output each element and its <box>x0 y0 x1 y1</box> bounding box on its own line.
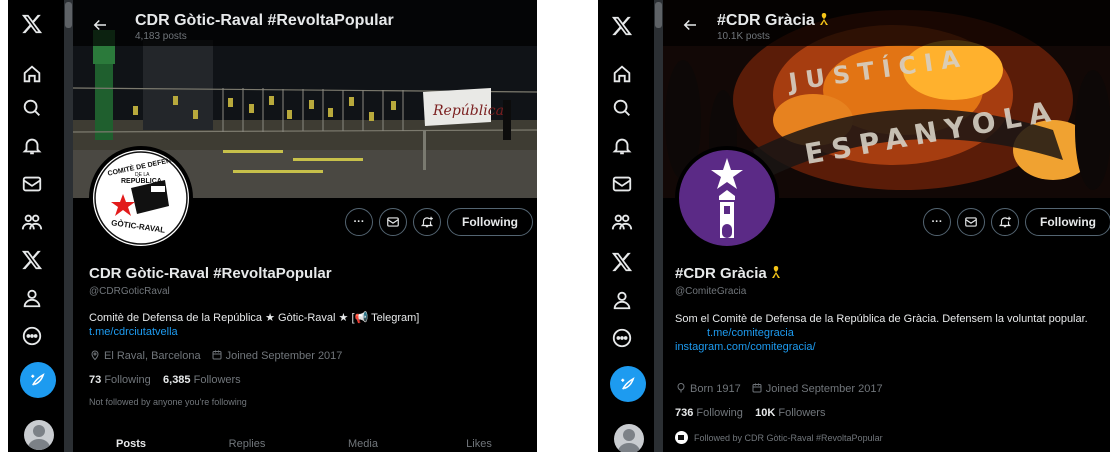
home-icon[interactable] <box>610 62 634 86</box>
search-icon[interactable] <box>610 96 634 120</box>
account-avatar[interactable] <box>24 420 54 450</box>
account-avatar[interactable] <box>614 424 644 452</box>
scrollbar-track[interactable] <box>654 0 663 452</box>
premium-x-icon[interactable] <box>20 248 44 272</box>
tab-replies[interactable]: Replies <box>189 432 305 452</box>
followers-stat[interactable]: 6,385 Followers <box>163 374 241 386</box>
notifications-bell-icon[interactable] <box>610 134 634 158</box>
mail-icon <box>965 217 977 227</box>
followers-stat[interactable]: 10K Followers <box>755 407 825 419</box>
communities-icon[interactable] <box>20 210 44 234</box>
yellow-ribbon-icon <box>819 13 828 25</box>
messages-mail-icon[interactable] <box>610 172 634 196</box>
x-logo-icon[interactable] <box>610 14 634 38</box>
following-stat[interactable]: 736 Following <box>675 407 743 419</box>
compose-post-button[interactable] <box>20 362 56 398</box>
profile-person-icon[interactable] <box>610 288 634 312</box>
nav-rail <box>598 0 654 452</box>
banner-graffiti-text: República <box>433 103 504 119</box>
scrollbar-thumb[interactable] <box>65 2 72 28</box>
back-arrow-icon[interactable] <box>91 16 109 34</box>
balloon-icon <box>677 382 685 393</box>
search-icon[interactable] <box>20 96 44 120</box>
calendar-icon <box>752 383 762 393</box>
profile-tabs: Posts Replies Media Likes <box>73 432 537 452</box>
message-button[interactable] <box>957 208 985 236</box>
profile-panel-left: República CDR Gòtic-Raval #RevoltaPopula… <box>8 0 537 452</box>
profile-stats: 73 Following 6,385 Followers <box>89 374 241 386</box>
bio-link[interactable]: t.me/cdrciutatvella <box>89 325 529 339</box>
location-pin-icon <box>91 350 99 361</box>
avatar-text-republica: REPÚBLICA <box>121 178 162 185</box>
profile-handle: @ComiteGracia <box>675 286 747 297</box>
profile-main: JUSTÍCIA ESPANYOLA #CDR Gràcia 10.1K pos… <box>663 0 1110 452</box>
communities-icon[interactable] <box>610 210 634 234</box>
following-stat[interactable]: 73 Following <box>89 374 151 386</box>
joined-item: Joined September 2017 <box>751 382 883 395</box>
profile-bio: Comitè de Defensa de la República ★ Gòti… <box>89 311 529 339</box>
topbar-post-count: 4,183 posts <box>135 31 187 42</box>
profile-main: República CDR Gòtic-Raval #RevoltaPopula… <box>73 0 537 452</box>
message-button[interactable] <box>379 208 407 236</box>
profile-name: CDR Gòtic-Raval #RevoltaPopular <box>89 265 332 282</box>
notify-bell-button[interactable] <box>991 208 1019 236</box>
topbar-title: CDR Gòtic-Raval #RevoltaPopular <box>135 12 394 29</box>
followed-by-note: Followed by CDR Gòtic-Raval #RevoltaPopu… <box>675 431 883 444</box>
profile-panel-right: JUSTÍCIA ESPANYOLA #CDR Gràcia 10.1K pos… <box>598 0 1110 452</box>
star-tower-icon <box>711 158 743 238</box>
profile-person-icon[interactable] <box>20 286 44 310</box>
messages-mail-icon[interactable] <box>20 172 44 196</box>
topbar-title: #CDR Gràcia <box>717 12 829 30</box>
profile-stats: 736 Following 10K Followers <box>675 407 825 419</box>
bio-text: Comitè de Defensa de la República ★ Gòti… <box>89 312 420 324</box>
tab-likes[interactable]: Likes <box>421 432 537 452</box>
bio-link-telegram[interactable]: t.me/comitegracia <box>675 326 1095 340</box>
profile-meta: Born 1917 Joined September 2017 <box>675 382 883 395</box>
profile-topbar: #CDR Gràcia 10.1K posts <box>663 0 1110 46</box>
notifications-bell-icon[interactable] <box>20 134 44 158</box>
calendar-icon <box>212 350 222 360</box>
location-item: El Raval, Barcelona <box>89 349 201 362</box>
followed-by-note: Not followed by anyone you're following <box>89 397 247 407</box>
premium-x-icon[interactable] <box>610 250 634 274</box>
bio-link-instagram[interactable]: instagram.com/comitegracia/ <box>675 340 1095 354</box>
x-logo-icon[interactable] <box>20 12 44 36</box>
profile-avatar[interactable] <box>675 146 779 250</box>
more-dots-icon: ··· <box>931 216 943 228</box>
mail-icon <box>387 217 399 227</box>
bell-plus-icon <box>420 216 434 228</box>
topbar-post-count: 10.1K posts <box>717 31 770 42</box>
compose-post-button[interactable] <box>610 366 646 402</box>
following-button[interactable]: Following <box>447 208 533 236</box>
profile-handle: @CDRGoticRaval <box>89 286 170 297</box>
following-button[interactable]: Following <box>1025 208 1110 236</box>
nav-rail <box>8 0 64 452</box>
more-dots-icon: ··· <box>353 216 365 228</box>
scrollbar-track[interactable] <box>64 0 73 452</box>
tab-media[interactable]: Media <box>305 432 421 452</box>
follower-mini-avatar <box>675 431 688 444</box>
home-icon[interactable] <box>20 62 44 86</box>
more-options-button[interactable]: ··· <box>923 208 951 236</box>
bio-text: Som el Comitè de Defensa de la República… <box>675 313 1088 325</box>
joined-item: Joined September 2017 <box>211 349 342 362</box>
more-options-button[interactable]: ··· <box>345 208 373 236</box>
bell-plus-icon <box>998 216 1012 228</box>
profile-name: #CDR Gràcia <box>675 265 781 282</box>
back-arrow-icon[interactable] <box>681 16 699 34</box>
yellow-ribbon-icon <box>771 266 780 278</box>
scrollbar-thumb[interactable] <box>655 2 662 28</box>
profile-avatar[interactable]: COMITÈ DE DEFENSA DE LA REPÚBLICA GÒTIC-… <box>89 146 193 250</box>
born-item: Born 1917 <box>675 382 741 395</box>
notify-bell-button[interactable] <box>413 208 441 236</box>
profile-meta: El Raval, Barcelona Joined September 201… <box>89 349 342 362</box>
profile-bio: Som el Comitè de Defensa de la República… <box>675 312 1095 354</box>
more-circle-icon[interactable] <box>20 324 44 348</box>
more-circle-icon[interactable] <box>610 326 634 350</box>
profile-topbar: CDR Gòtic-Raval #RevoltaPopular 4,183 po… <box>73 0 537 46</box>
tab-posts[interactable]: Posts <box>73 432 189 452</box>
